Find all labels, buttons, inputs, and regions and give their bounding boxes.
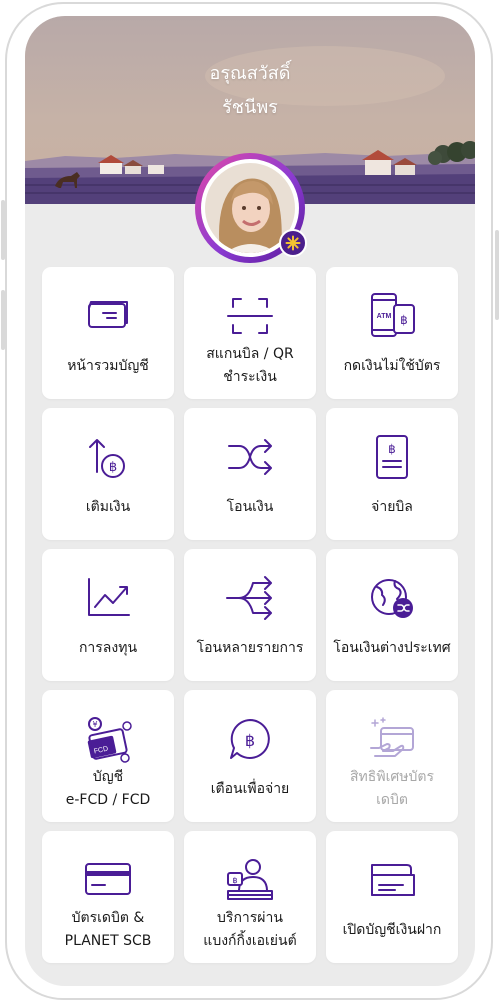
cardless-atm-icon: ATM ฿ xyxy=(367,291,417,341)
menu-tile-multi-transfer[interactable]: โอนหลายรายการ xyxy=(184,549,316,681)
svg-text:ATM: ATM xyxy=(377,313,392,320)
menu-tile-label: หน้ารวมบัญชี xyxy=(42,355,174,378)
menu-tile-bill-payment[interactable]: ฿ จ่ายบิล xyxy=(326,408,458,540)
menu-tile-label-line1: โอนหลายรายการ xyxy=(196,640,304,656)
svg-text:฿: ฿ xyxy=(400,313,408,327)
top-up-icon: ฿ xyxy=(83,432,133,482)
menu-tile-investment-chart[interactable]: การลงทุน xyxy=(42,549,174,681)
menu-tile-label: โอนหลายรายการ xyxy=(184,637,316,660)
account-card-icon xyxy=(83,291,133,341)
menu-tile-label-line2: เดบิต xyxy=(376,792,408,808)
menu-tile-label: บริการผ่านแบงก์กิ้งเอเย่นต์ xyxy=(184,907,316,953)
side-button-left-top xyxy=(1,200,5,260)
menu-tile-label: สแกนบิล / QR ชำระเงิน xyxy=(184,343,316,389)
svg-text:฿: ฿ xyxy=(109,460,117,475)
menu-tile-label: บัตรเดบิต & PLANET SCB xyxy=(42,907,174,953)
menu-tile-scan-qr[interactable]: สแกนบิล / QR ชำระเงิน xyxy=(184,267,316,399)
svg-text:¥: ¥ xyxy=(92,720,97,729)
international-transfer-icon xyxy=(367,573,417,623)
menu-tile-fcd-account[interactable]: ¥ FCD บัญชี e-FCD / FCD xyxy=(42,690,174,822)
menu-tile-label-line1: จ่ายบิล xyxy=(371,499,413,515)
menu-tile-label-line2: แบงก์กิ้งเอเย่นต์ xyxy=(203,933,297,949)
menu-tile-label-line1: กดเงินไม่ใช้บัตร xyxy=(343,358,441,374)
menu-tile-top-up[interactable]: ฿เติมเงิน xyxy=(42,408,174,540)
menu-tile-label: สิทธิพิเศษบัตรเดบิต xyxy=(326,766,458,812)
side-button-left-bottom xyxy=(1,290,5,350)
menu-tile-label-line1: เติมเงิน xyxy=(85,499,131,515)
investment-chart-icon xyxy=(83,573,133,623)
svg-text:฿: ฿ xyxy=(232,876,237,885)
menu-tile-label-line1: สิทธิพิเศษบัตร xyxy=(350,769,434,785)
menu-tile-label: เติมเงิน xyxy=(42,496,174,519)
fcd-account-icon: ¥ FCD xyxy=(83,714,133,764)
svg-text:฿: ฿ xyxy=(245,731,255,750)
menu-tile-label-line1: โอนเงินต่างประเทศ xyxy=(333,640,451,656)
menu-tile-label-line1: สแกนบิล / QR xyxy=(206,346,294,362)
greeting-text: อรุณสวัสดิ์ xyxy=(209,63,291,84)
menu-tile-label: บัญชี e-FCD / FCD xyxy=(42,766,174,812)
menu-tile-label-line1: เตือนเพื่อจ่าย xyxy=(210,781,290,797)
menu-tile-label-line1: บัตรเดบิต & xyxy=(71,910,145,926)
menu-tile-label: โอนเงิน xyxy=(184,496,316,519)
scan-qr-icon xyxy=(225,291,275,341)
menu-tile-international-transfer[interactable]: โอนเงินต่างประเทศ xyxy=(326,549,458,681)
transfer-icon xyxy=(225,432,275,482)
menu-tile-label-line1: โอนเงิน xyxy=(226,499,274,515)
menu-tile-label: การลงทุน xyxy=(42,637,174,660)
app-screen: อรุณสวัสดิ์ รัชนีพร หน้ารวมบัญชี สแกนบิล… xyxy=(25,16,475,986)
menu-tile-label-line1: หน้ารวมบัญชี xyxy=(67,358,149,374)
svg-text:฿: ฿ xyxy=(388,442,396,456)
menu-tile-cardless-atm[interactable]: ATM ฿กดเงินไม่ใช้บัตร xyxy=(326,267,458,399)
menu-tile-debit-privilege[interactable]: สิทธิพิเศษบัตรเดบิต xyxy=(326,690,458,822)
banking-agent-icon: ฿ xyxy=(225,855,275,905)
menu-tile-label: เตือนเพื่อจ่าย xyxy=(184,778,316,801)
menu-tile-label-line1: เปิดบัญชีเงินฝาก xyxy=(342,922,442,938)
debit-privilege-icon xyxy=(367,714,417,764)
payment-reminder-icon: ฿ xyxy=(225,714,275,764)
debit-card-icon xyxy=(83,855,133,905)
menu-tile-label: จ่ายบิล xyxy=(326,496,458,519)
side-button-right xyxy=(495,230,499,320)
menu-tile-open-account[interactable]: เปิดบัญชีเงินฝาก xyxy=(326,831,458,963)
menu-tile-payment-reminder[interactable]: ฿เตือนเพื่อจ่าย xyxy=(184,690,316,822)
menu-tile-label: โอนเงินต่างประเทศ xyxy=(326,637,458,660)
menu-tile-label-line1: บัญชี xyxy=(92,769,124,785)
menu-tile-label-line2: PLANET SCB xyxy=(64,933,152,949)
menu-tile-label: เปิดบัญชีเงินฝาก xyxy=(326,919,458,942)
user-name: รัชนีพร xyxy=(222,97,278,118)
open-account-icon xyxy=(367,855,417,905)
menu-tile-label-line1: การลงทุน xyxy=(78,640,138,656)
sparkle-badge-icon[interactable] xyxy=(279,229,307,257)
multi-transfer-icon xyxy=(225,573,275,623)
menu-tile-label-line2: ชำระเงิน xyxy=(223,369,277,385)
menu-tile-banking-agent[interactable]: ฿ บริการผ่านแบงก์กิ้งเอเย่นต์ xyxy=(184,831,316,963)
menu-tile-label-line1: บริการผ่าน xyxy=(217,910,283,926)
menu-tile-debit-card[interactable]: บัตรเดบิต & PLANET SCB xyxy=(42,831,174,963)
menu-tile-label-line2: e-FCD / FCD xyxy=(65,792,151,808)
menu-tile-account-card[interactable]: หน้ารวมบัญชี xyxy=(42,267,174,399)
menu-tile-label: กดเงินไม่ใช้บัตร xyxy=(326,355,458,378)
menu-tile-transfer[interactable]: โอนเงิน xyxy=(184,408,316,540)
bill-payment-icon: ฿ xyxy=(367,432,417,482)
